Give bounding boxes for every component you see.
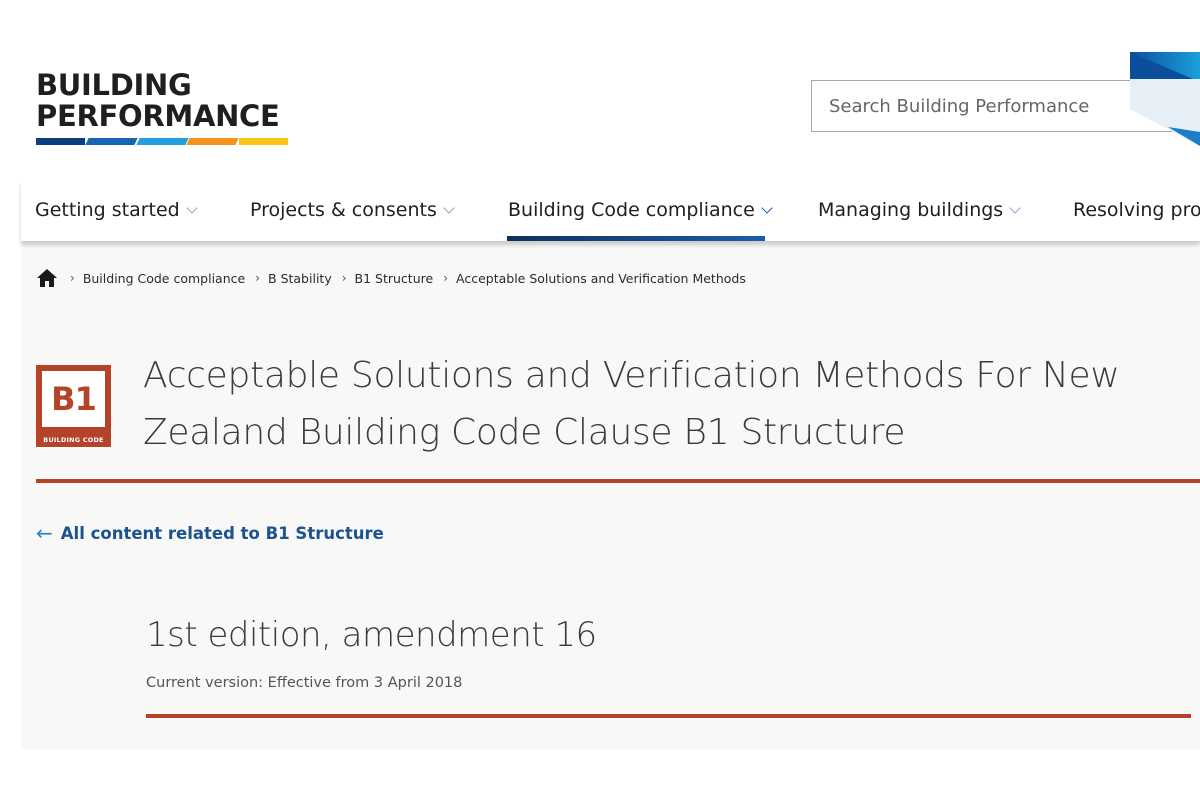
search-input[interactable] — [812, 81, 1200, 131]
breadcrumb: › Building Code compliance › B Stability… — [36, 268, 746, 288]
b1-building-code-badge: B1 BUILDING CODE — [36, 365, 111, 447]
nav-item-label: Building Code compliance — [508, 199, 755, 221]
nav-item-resolving-problems[interactable]: Resolving pro — [1073, 199, 1200, 221]
nav-item-label: Resolving pro — [1073, 199, 1200, 221]
logo-bar-segment — [135, 138, 189, 145]
breadcrumb-separator: › — [341, 271, 347, 285]
nav-item-getting-started[interactable]: Getting started — [35, 199, 198, 221]
breadcrumb-separator: › — [443, 271, 448, 285]
chevron-down-icon — [761, 202, 773, 214]
title-divider — [36, 479, 1200, 483]
logo-bar-segment — [85, 138, 138, 145]
back-to-related-content-link[interactable]: ← All content related to B1 Structure — [36, 521, 384, 545]
logo-text-line-1: BUILDING — [36, 68, 192, 102]
nav-item-label: Getting started — [35, 199, 180, 221]
breadcrumb-item[interactable]: B1 Structure — [355, 271, 434, 286]
edition-divider — [146, 714, 1191, 718]
chevron-down-icon — [1009, 202, 1021, 214]
nav-item-building-code-compliance[interactable]: Building Code compliance — [508, 199, 773, 221]
badge-label: BUILDING CODE — [43, 436, 104, 444]
logo-text-line-2: PERFORMANCE — [36, 99, 280, 133]
chevron-down-icon — [186, 202, 198, 214]
logo-bar-segment — [36, 138, 85, 145]
logo-bar-segment — [239, 138, 288, 145]
edition-heading: 1st edition, amendment 16 — [146, 615, 597, 655]
home-icon[interactable] — [36, 268, 58, 288]
chevron-down-icon — [443, 202, 455, 214]
nav-item-managing-buildings[interactable]: Managing buildings — [818, 199, 1021, 221]
breadcrumb-separator: › — [255, 271, 261, 285]
building-performance-logo[interactable]: BUILDING PERFORMANCE — [36, 70, 290, 145]
back-link-label: All content related to B1 Structure — [60, 523, 384, 543]
breadcrumb-item-current: Acceptable Solutions and Verification Me… — [456, 270, 746, 286]
page-title: Acceptable Solutions and Verification Me… — [143, 347, 1143, 461]
main-content: › Building Code compliance › B Stability… — [21, 241, 1200, 749]
breadcrumb-separator: › — [70, 271, 75, 285]
arrow-left-icon: ← — [36, 521, 53, 545]
nav-item-label: Projects & consents — [250, 199, 437, 221]
search-box — [811, 80, 1200, 132]
version-text: Current version: Effective from 3 April … — [146, 675, 463, 691]
breadcrumb-item[interactable]: Building Code compliance — [83, 271, 245, 286]
page-title-line-2: Zealand Building Code Clause B1 Structur… — [143, 412, 906, 453]
nav-item-label: Managing buildings — [818, 199, 1004, 221]
active-nav-indicator — [507, 236, 765, 241]
logo-bar-segment — [186, 138, 239, 145]
badge-code: B1 — [42, 371, 105, 427]
breadcrumb-item[interactable]: B Stability — [268, 271, 332, 286]
main-navigation: Getting started Projects & consents Buil… — [21, 180, 1200, 241]
logo-color-bar — [36, 138, 288, 145]
page-title-line-1: Acceptable Solutions and Verification Me… — [143, 355, 1120, 396]
nav-item-projects-consents[interactable]: Projects & consents — [250, 199, 455, 221]
